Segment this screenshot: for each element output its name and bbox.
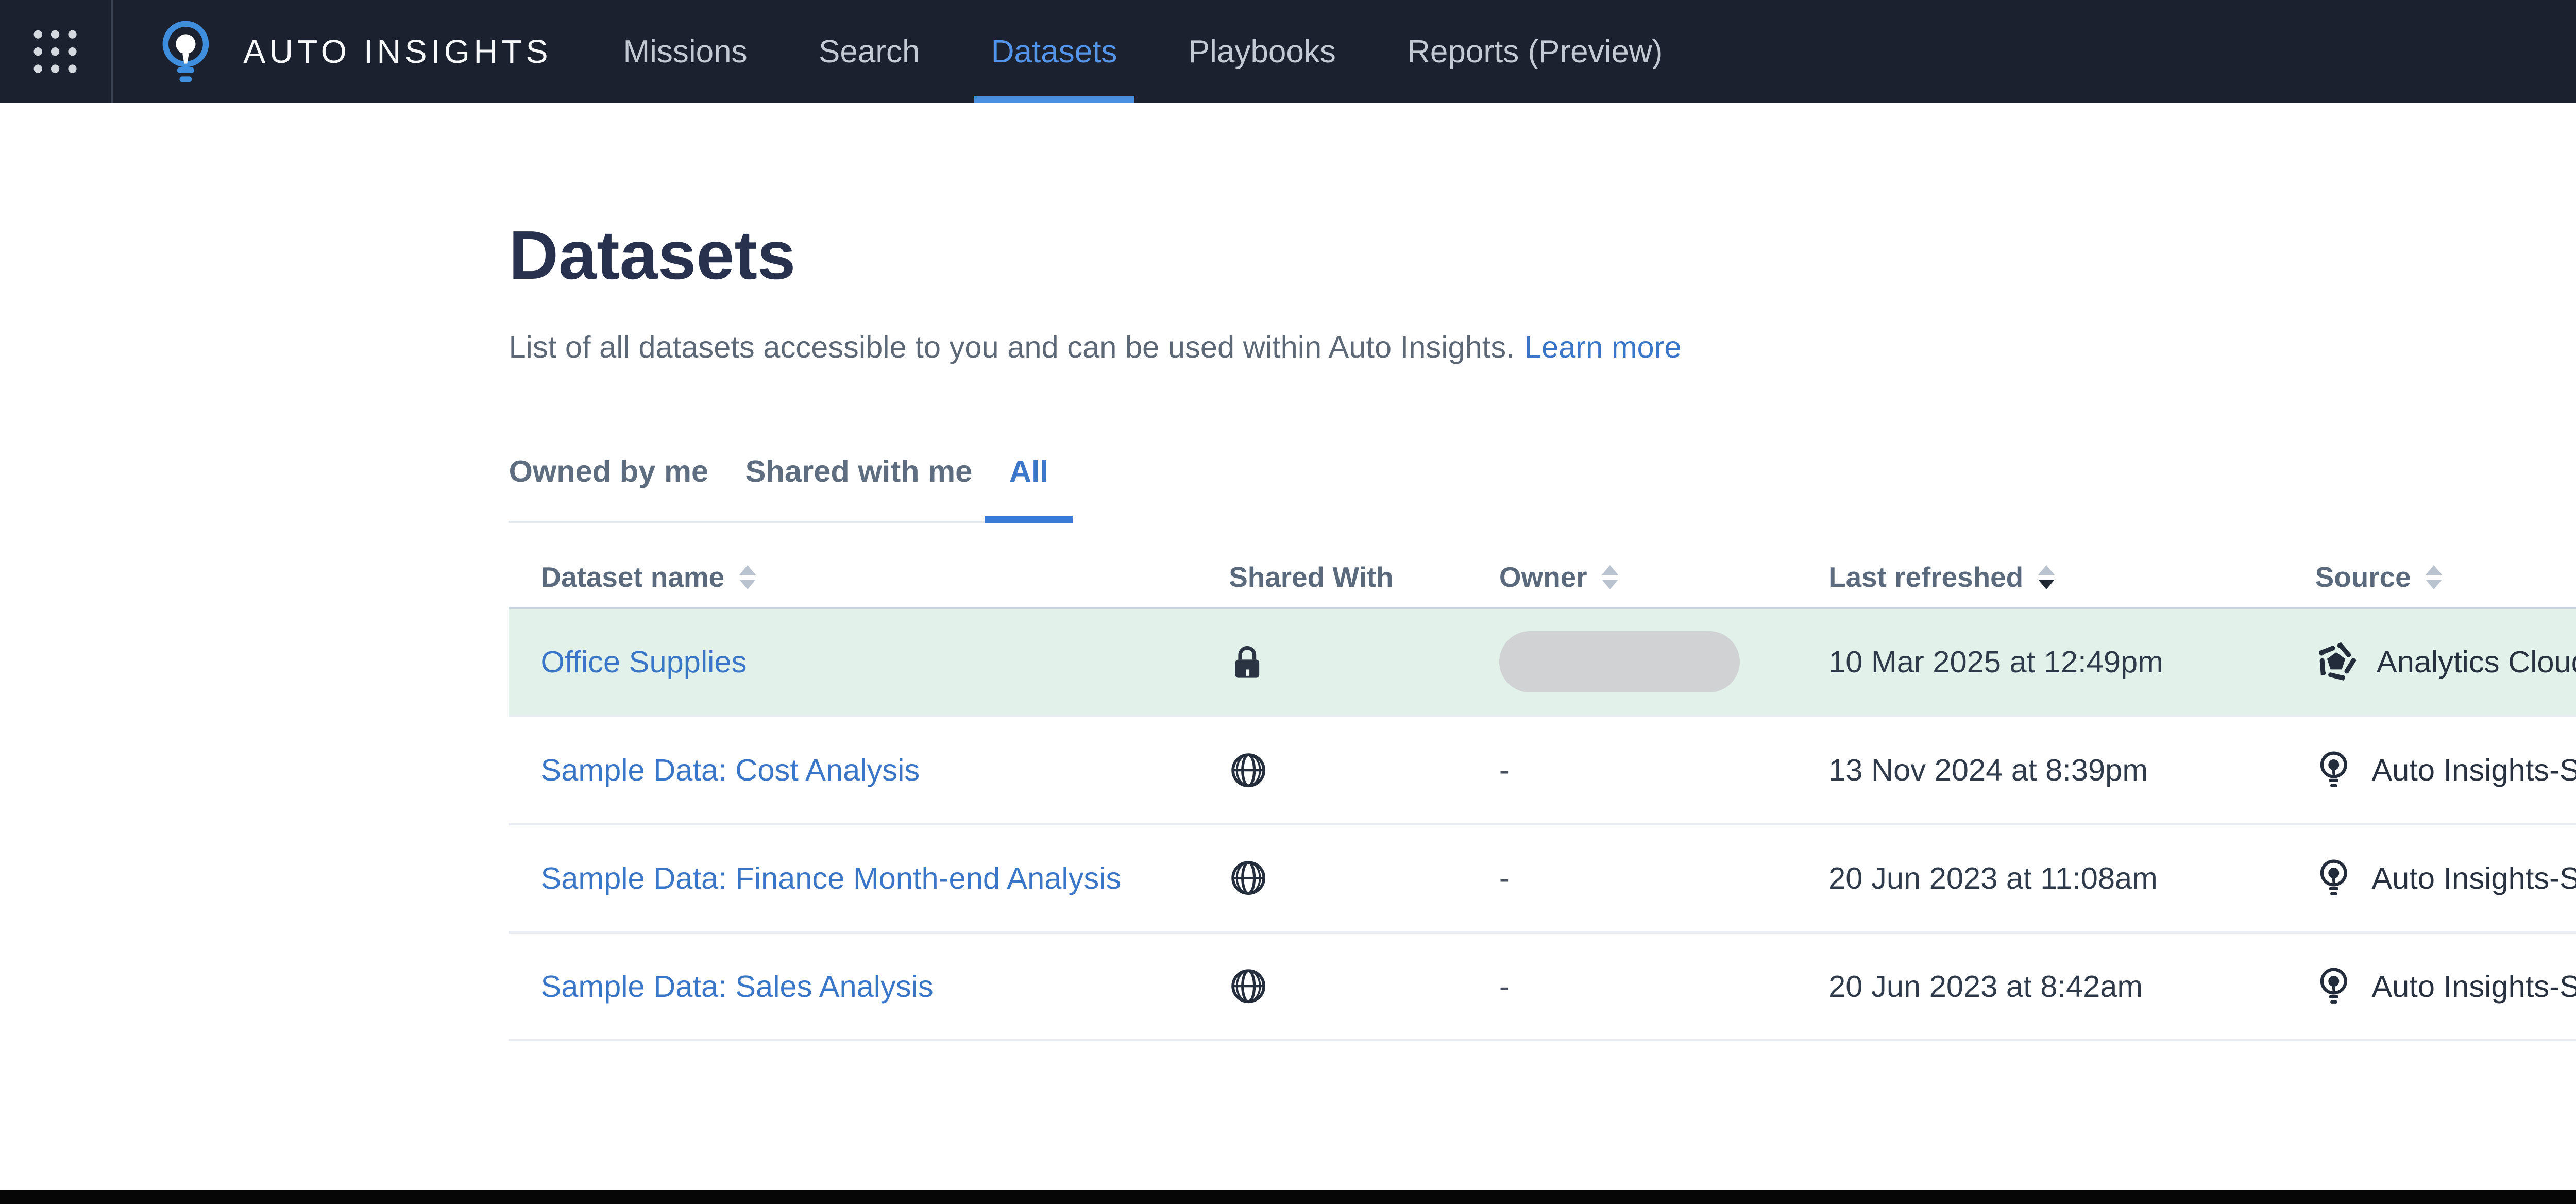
lightbulb-icon [2315, 749, 2352, 791]
datasets-page: Datasets List of all datasets accessible… [509, 216, 2576, 1042]
tab-owned-by-me[interactable]: Owned by me [509, 438, 708, 521]
column-header-owner[interactable]: Owner [1499, 561, 1828, 593]
source-value: Analytics Cloud-File Upload [2377, 644, 2576, 680]
table-row[interactable]: Sample Data: Cost Analysis - 13 Nov 2024… [509, 717, 2576, 825]
source-value: Auto Insights-Sample Dataset [2371, 752, 2576, 788]
last-refreshed-value: 20 Jun 2023 at 11:08am [1828, 860, 2315, 896]
nav-divider [111, 0, 113, 103]
dataset-name-link[interactable]: Sample Data: Finance Month-end Analysis [540, 860, 1121, 896]
column-header-last-refreshed[interactable]: Last refreshed [1828, 561, 2315, 593]
lightbulb-icon [2315, 965, 2352, 1007]
nav-item-datasets[interactable]: Datasets [974, 0, 1134, 103]
table-row[interactable]: Office Supplies 10 Mar 2025 at 12:49pm A… [509, 609, 2576, 717]
lock-icon [1229, 642, 1266, 682]
last-refreshed-value: 13 Nov 2024 at 8:39pm [1828, 752, 2315, 788]
main-nav: Missions Search Datasets Playbooks Reports (… [606, 0, 1717, 103]
globe-icon [1229, 751, 1268, 790]
column-header-label: Shared With [1229, 561, 1393, 593]
table-header-row: Dataset name Shared With Owner Last refr… [509, 548, 2576, 609]
toolbar: Owned by me Shared with me All [509, 438, 2576, 523]
table-row[interactable]: Sample Data: Sales Analysis - 20 Jun 202… [509, 934, 2576, 1042]
last-refreshed-value: 10 Mar 2025 at 12:49pm [1828, 644, 2315, 680]
page-description: List of all datasets accessible to you a… [509, 329, 1681, 365]
top-nav: AUTO INSIGHTS Missions Search Datasets Play… [0, 0, 2576, 103]
source-value: Auto Insights-Sample Dataset [2371, 860, 2576, 896]
column-header-label: Last refreshed [1828, 561, 2023, 593]
sort-icon [2426, 565, 2442, 590]
auto-insights-app: AUTO INSIGHTS Missions Search Datasets Play… [0, 0, 2576, 1204]
dataset-name-link[interactable]: Office Supplies [540, 644, 747, 680]
lightbulb-icon [2315, 857, 2352, 899]
owner-pill [1499, 631, 1740, 692]
column-header-shared-with: Shared With [1229, 561, 1499, 593]
column-header-label: Source [2315, 561, 2411, 593]
tab-shared-with-me[interactable]: Shared with me [745, 438, 973, 521]
dataset-filter-tabs: Owned by me Shared with me All [509, 438, 1073, 523]
owner-value: - [1499, 752, 1510, 788]
nav-item-search[interactable]: Search [802, 0, 937, 103]
analytics-cloud-icon [2315, 641, 2357, 683]
table-body: Office Supplies 10 Mar 2025 at 12:49pm A… [509, 609, 2576, 1042]
last-refreshed-value: 20 Jun 2023 at 8:42am [1828, 969, 2315, 1004]
nav-item-missions[interactable]: Missions [606, 0, 765, 103]
globe-icon [1229, 858, 1268, 897]
column-header-label: Dataset name [540, 561, 724, 593]
nav-item-playbooks[interactable]: Playbooks [1171, 0, 1353, 103]
column-header-label: Owner [1499, 561, 1587, 593]
owner-value: - [1499, 860, 1510, 896]
dataset-name-link[interactable]: Sample Data: Cost Analysis [540, 752, 920, 788]
owner-value: - [1499, 969, 1510, 1004]
grid-icon [29, 26, 81, 77]
source-value: Auto Insights-Sample Dataset [2371, 969, 2576, 1004]
page-title: Datasets [509, 216, 1681, 295]
table-row[interactable]: Sample Data: Finance Month-end Analysis … [509, 825, 2576, 934]
datasets-table: Dataset name Shared With Owner Last refr… [509, 548, 2576, 1042]
sort-icon [739, 565, 756, 590]
sort-icon [2038, 565, 2055, 590]
learn-more-link[interactable]: Learn more [1524, 330, 1682, 364]
nav-item-reports-preview[interactable]: Reports (Preview) [1390, 0, 1680, 103]
tab-all[interactable]: All [1009, 438, 1048, 521]
brand: AUTO INSIGHTS [152, 17, 552, 86]
column-header-source[interactable]: Source [2315, 561, 2576, 593]
app-grid-button[interactable] [0, 0, 111, 103]
window-bottom-edge [0, 1190, 2576, 1204]
column-header-dataset-name[interactable]: Dataset name [509, 561, 1229, 593]
dataset-name-link[interactable]: Sample Data: Sales Analysis [540, 969, 933, 1004]
auto-insights-logo-icon [152, 17, 219, 86]
brand-name: AUTO INSIGHTS [243, 32, 552, 71]
sort-icon [1602, 565, 1618, 590]
page-head: Datasets List of all datasets accessible… [509, 216, 2576, 365]
globe-icon [1229, 966, 1268, 1006]
page-description-text: List of all datasets accessible to you a… [509, 330, 1514, 364]
